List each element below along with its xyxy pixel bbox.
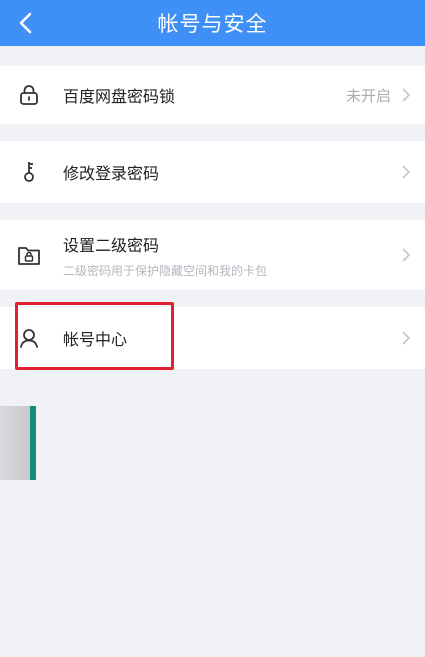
password-lock-label: 百度网盘密码锁 [63,87,176,106]
folder-lock-icon [17,243,41,267]
password-lock-row[interactable]: 百度网盘密码锁 未开启 [0,66,425,124]
change-login-password-row[interactable]: 修改登录密码 [0,141,425,203]
second-password-label: 设置二级密码 [63,235,160,255]
second-password-row[interactable]: 设置二级密码 二级密码用于保护隐藏空间和我的卡包 [0,220,425,290]
key-icon [17,160,41,184]
change-login-password-label: 修改登录密码 [63,164,160,183]
password-lock-status: 未开启 [345,86,391,105]
side-panel-accent-bar [30,406,36,480]
second-password-description: 二级密码用于保护隐藏空间和我的卡包 [63,263,268,278]
back-button[interactable] [4,0,48,46]
page-title: 帐号与安全 [157,12,268,36]
chevron-right-icon [399,329,413,347]
lock-icon [17,83,41,107]
title-bar: 帐号与安全 [0,0,425,46]
highlight-box [15,302,174,370]
chevron-right-icon [399,246,413,264]
chevron-right-icon [399,163,413,181]
back-arrow-icon [19,12,32,34]
chevron-right-icon [399,86,413,104]
